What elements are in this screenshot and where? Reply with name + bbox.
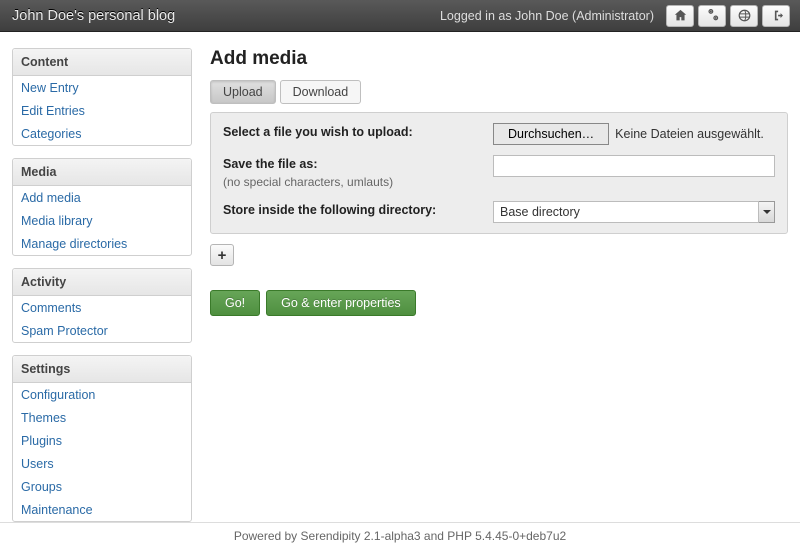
page-title: Add media <box>210 48 788 70</box>
sidebar-item-new-entry[interactable]: New Entry <box>21 81 79 95</box>
nav-section-settings: Settings Configuration Themes Plugins Us… <box>12 355 192 522</box>
directory-select-toggle[interactable] <box>759 201 775 223</box>
sidebar-item-plugins[interactable]: Plugins <box>21 434 62 448</box>
sidebar-item-comments[interactable]: Comments <box>21 301 81 315</box>
globe-icon-button[interactable] <box>730 5 758 27</box>
add-more-button[interactable]: + <box>210 244 234 266</box>
go-button[interactable]: Go! <box>210 290 260 316</box>
sidebar-item-media-library[interactable]: Media library <box>21 214 93 228</box>
directory-select[interactable]: Base directory <box>493 201 759 223</box>
sidebar-item-users[interactable]: Users <box>21 457 54 471</box>
tabs: Upload Download <box>210 80 788 104</box>
tab-upload[interactable]: Upload <box>210 80 276 104</box>
select-file-label: Select a file you wish to upload: <box>223 123 493 141</box>
sidebar-item-themes[interactable]: Themes <box>21 411 66 425</box>
footer: Powered by Serendipity 2.1-alpha3 and PH… <box>0 522 800 549</box>
main-content: Add media Upload Download Select a file … <box>210 48 788 510</box>
saveas-input[interactable] <box>493 155 775 177</box>
nav-section-title: Content <box>13 49 191 76</box>
sidebar: Content New Entry Edit Entries Categorie… <box>12 48 192 510</box>
saveas-hint: (no special characters, umlauts) <box>223 173 493 191</box>
nav-section-media: Media Add media Media library Manage dir… <box>12 158 192 256</box>
sidebar-item-edit-entries[interactable]: Edit Entries <box>21 104 85 118</box>
tab-download[interactable]: Download <box>280 80 362 104</box>
browse-button[interactable]: Durchsuchen… <box>493 123 609 145</box>
topbar: John Doe's personal blog Logged in as Jo… <box>0 0 800 32</box>
settings-icon-button[interactable] <box>698 5 726 27</box>
footer-text: Powered by Serendipity 2.1-alpha3 and PH… <box>234 529 566 543</box>
chevron-down-icon <box>763 208 771 216</box>
sidebar-item-add-media[interactable]: Add media <box>21 191 81 205</box>
logout-icon <box>770 9 783 22</box>
sidebar-item-configuration[interactable]: Configuration <box>21 388 95 402</box>
directory-label: Store inside the following directory: <box>223 201 493 219</box>
nav-section-title: Activity <box>13 269 191 296</box>
sidebar-item-maintenance[interactable]: Maintenance <box>21 503 93 517</box>
sidebar-item-groups[interactable]: Groups <box>21 480 62 494</box>
globe-icon <box>738 9 751 22</box>
nav-section-content: Content New Entry Edit Entries Categorie… <box>12 48 192 146</box>
sidebar-item-spam-protector[interactable]: Spam Protector <box>21 324 108 338</box>
logout-icon-button[interactable] <box>762 5 790 27</box>
upload-form: Select a file you wish to upload: Durchs… <box>210 112 788 234</box>
file-status-text: Keine Dateien ausgewählt. <box>615 127 764 141</box>
directory-select-value: Base directory <box>500 205 580 219</box>
go-enter-properties-button[interactable]: Go & enter properties <box>266 290 416 316</box>
cogs-icon <box>706 9 719 22</box>
sidebar-item-categories[interactable]: Categories <box>21 127 81 141</box>
home-icon-button[interactable] <box>666 5 694 27</box>
sidebar-item-manage-directories[interactable]: Manage directories <box>21 237 127 251</box>
nav-section-title: Media <box>13 159 191 186</box>
saveas-label: Save the file as: (no special characters… <box>223 155 493 191</box>
nav-section-activity: Activity Comments Spam Protector <box>12 268 192 343</box>
home-icon <box>674 9 687 22</box>
site-title: John Doe's personal blog <box>10 8 175 24</box>
nav-section-title: Settings <box>13 356 191 383</box>
logged-in-user: Logged in as John Doe (Administrator) <box>440 9 654 23</box>
